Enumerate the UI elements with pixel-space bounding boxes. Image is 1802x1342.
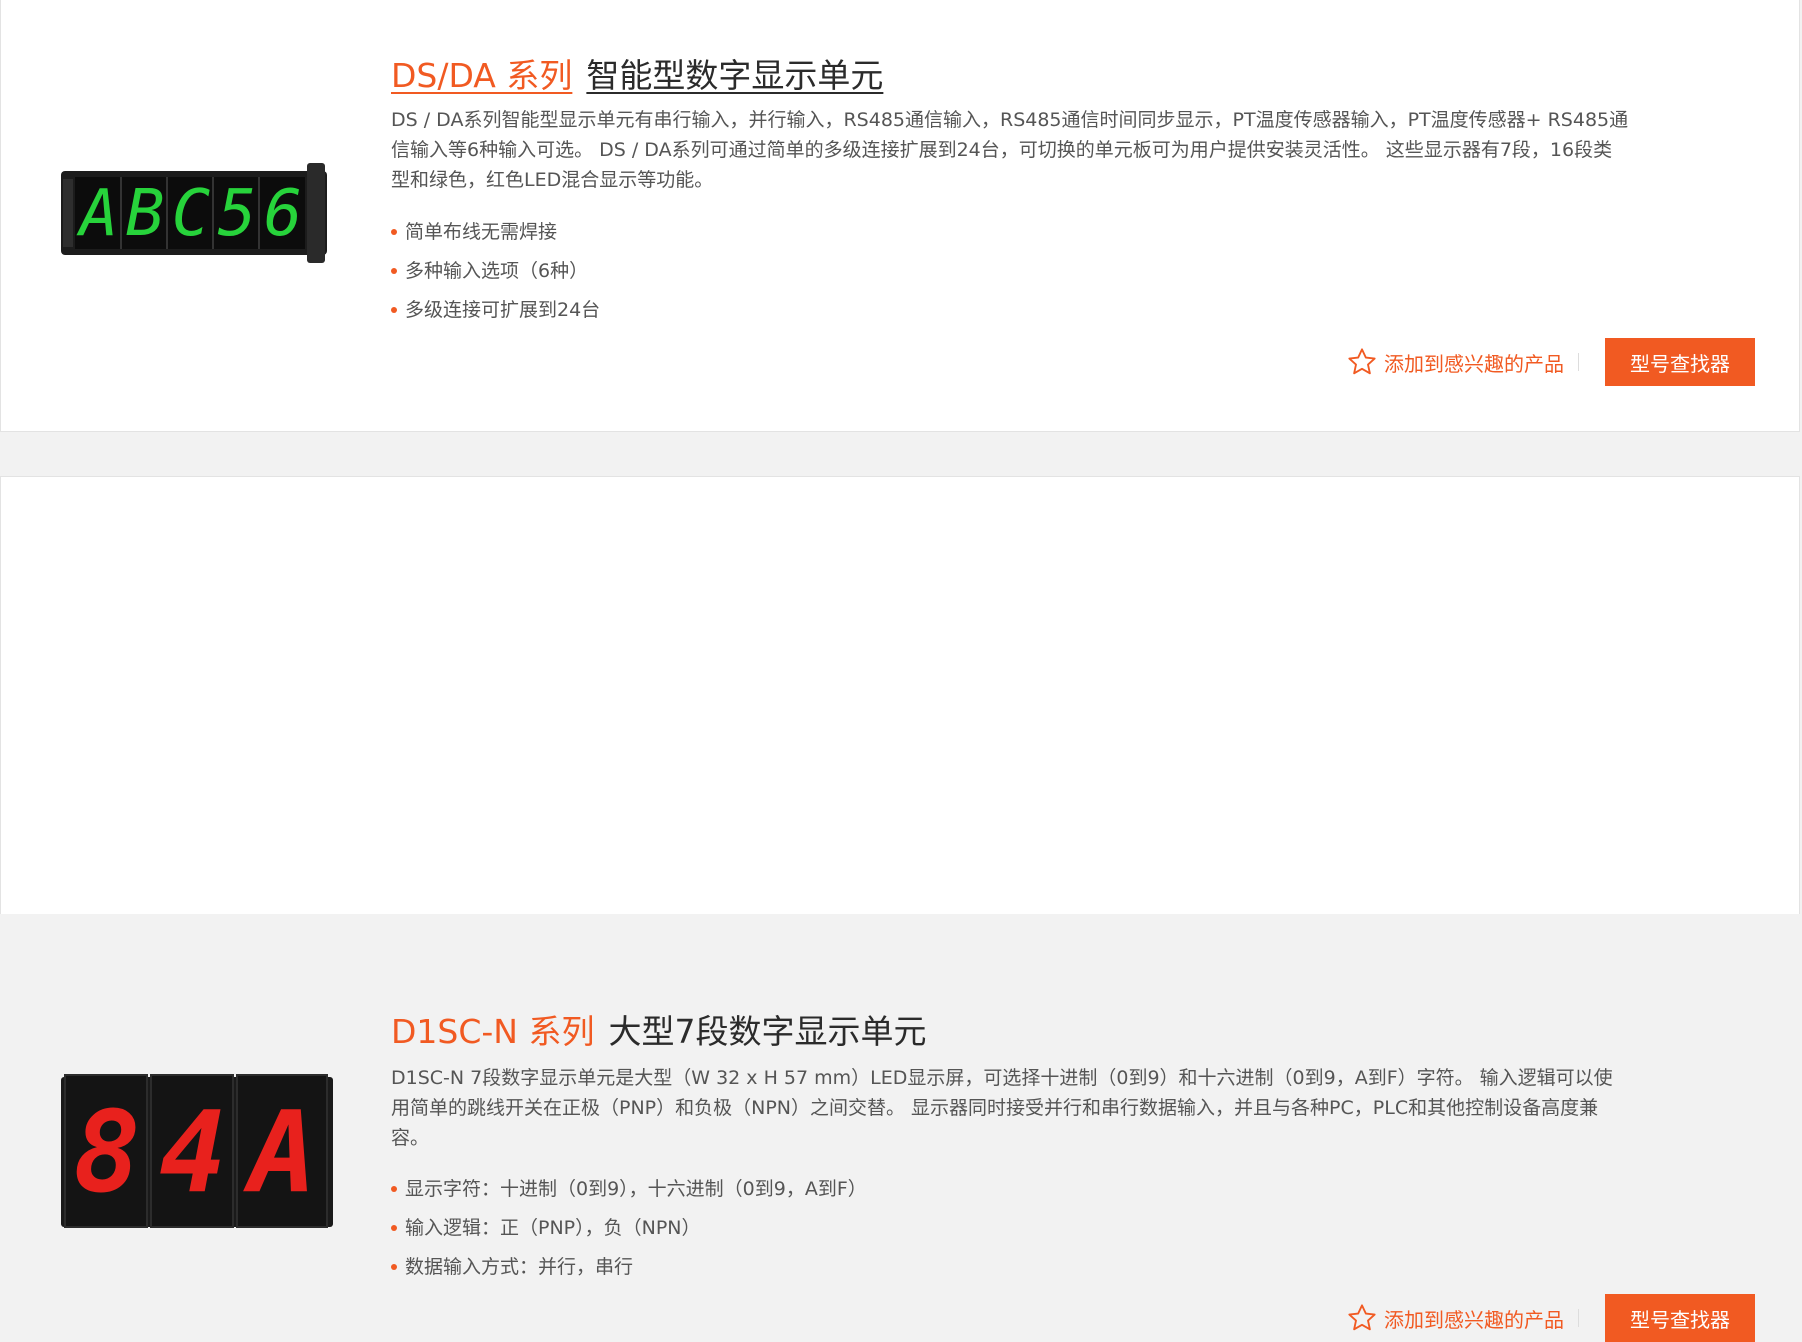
product-card: ABC56 DS/DA 系列 智能型数字显示单元 DS / DA系列智能型显示单… [0, 0, 1800, 432]
star-icon [1348, 348, 1376, 375]
bullet-icon [391, 1186, 397, 1192]
divider [1578, 353, 1579, 371]
bullet-icon [391, 307, 397, 313]
led-digit: 4 [159, 1088, 226, 1218]
feature-item: 多种输入选项（6种） [391, 252, 600, 291]
led-digit: 6 [264, 177, 303, 251]
feature-item: 显示字符：十进制（0到9），十六进制（0到9，A到F） [391, 1170, 867, 1209]
product-actions: 添加到感兴趣的产品 型号查找器 [1346, 338, 1755, 386]
led-digit: 5 [218, 177, 257, 251]
series-link[interactable]: DS/DA 系列 [391, 49, 572, 97]
product-description: DS / DA系列智能型显示单元有串行输入，并行输入，RS485通信输入，RS4… [391, 109, 1629, 191]
feature-list: 简单布线无需焊接 多种输入选项（6种） 多级连接可扩展到24台 [391, 213, 600, 330]
product-actions: 添加到感兴趣的产品 型号查找器 [1346, 1294, 1755, 1342]
add-to-favorites-link[interactable]: 添加到感兴趣的产品 [1346, 346, 1564, 378]
led-digit: A [76, 177, 119, 251]
product-name[interactable]: 智能型数字显示单元 [586, 49, 883, 97]
product-name[interactable]: 大型7段数字显示单元 [608, 1005, 926, 1053]
star-icon [1348, 1304, 1376, 1331]
feature-item: 数据输入方式：并行，串行 [391, 1248, 867, 1287]
product-description: D1SC-N 7段数字显示单元是大型（W 32 x H 57 mm）LED显示屏… [391, 1067, 1613, 1149]
product-image-d1sc-n: 84A [61, 1074, 333, 1228]
add-to-favorites-link[interactable]: 添加到感兴趣的产品 [1346, 1302, 1564, 1334]
bullet-icon [391, 268, 397, 274]
feature-list: 显示字符：十进制（0到9），十六进制（0到9，A到F） 输入逻辑：正（PNP），… [391, 1170, 867, 1287]
led-digit: C [172, 177, 211, 251]
led-digit: B [126, 177, 165, 251]
feature-item: 输入逻辑：正（PNP），负（NPN） [391, 1209, 867, 1248]
bullet-icon [391, 229, 397, 235]
bullet-icon [391, 1225, 397, 1231]
led-digit: A [242, 1088, 316, 1218]
feature-item: 简单布线无需焊接 [391, 213, 600, 252]
model-finder-button[interactable]: 型号查找器 [1605, 338, 1755, 386]
model-finder-button[interactable]: 型号查找器 [1605, 1294, 1755, 1342]
product-title: DS/DA 系列 智能型数字显示单元 [391, 49, 883, 97]
product-title: D1SC-N 系列 大型7段数字显示单元 [391, 1005, 926, 1053]
feature-item: 多级连接可扩展到24台 [391, 291, 600, 330]
divider [1578, 1309, 1579, 1327]
bullet-icon [391, 1264, 397, 1270]
led-digit: 8 [73, 1088, 140, 1218]
product-card: 84A D1SC-N 系列 大型7段数字显示单元 D1SC-N 7段数字显示单元… [0, 476, 1800, 1342]
product-image-ds-da: ABC56 [61, 163, 327, 263]
series-link[interactable]: D1SC-N 系列 [391, 1005, 594, 1053]
